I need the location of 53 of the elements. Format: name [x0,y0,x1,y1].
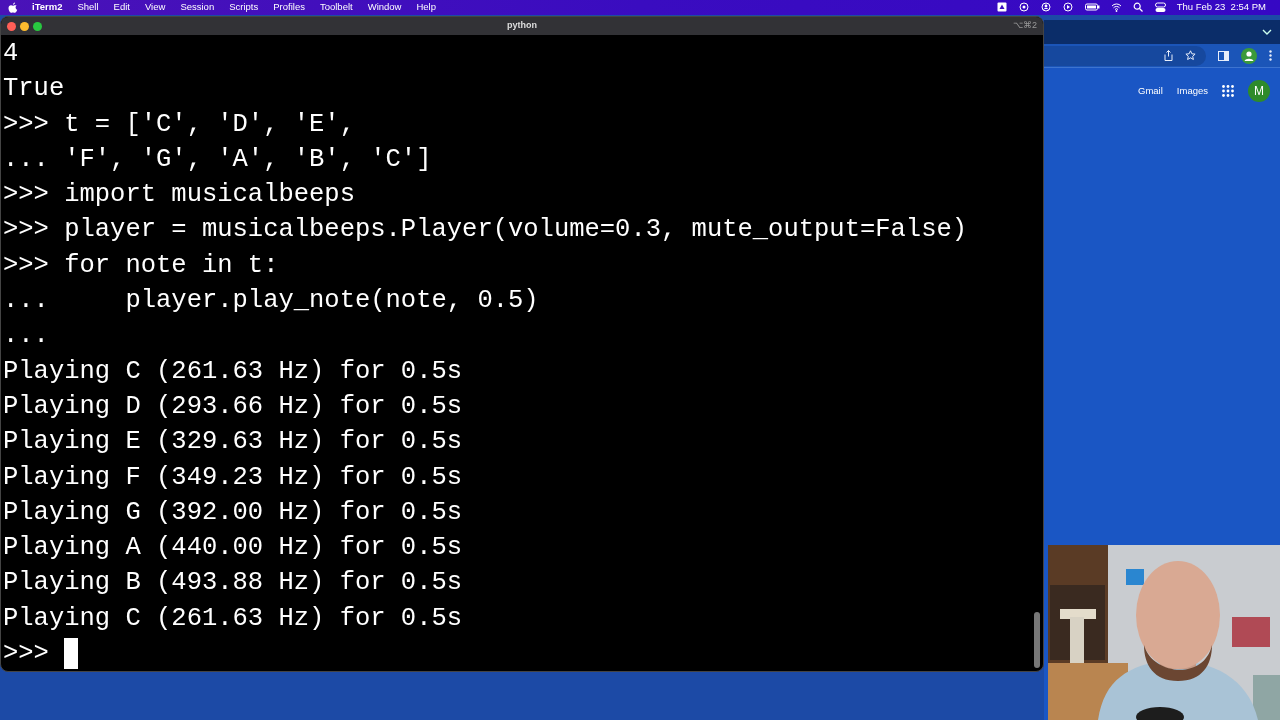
menu-item[interactable]: Profiles [273,0,305,15]
terminal-line: ... [3,320,49,353]
clock-text[interactable]: Thu Feb 23 2:54 PM [1176,0,1266,15]
menu-item[interactable]: Scripts [229,0,259,15]
link[interactable]: Images [1176,84,1208,99]
shortcut-text: ⌥⌘2 [1013,19,1037,33]
apple-icon[interactable] [8,2,18,13]
terminal-line: Playing A (440.00 Hz) for 0.5s [3,532,463,565]
menu-icon[interactable] [1269,50,1272,61]
person-icon[interactable] [1040,2,1052,13]
search-icon[interactable] [1132,2,1144,13]
play-icon[interactable] [1062,2,1074,13]
app-name[interactable]: iTerm2 [32,0,63,15]
minimize-button[interactable] [20,21,29,31]
account-avatar[interactable]: M [1248,80,1270,102]
terminal-line: Playing G (392.00 Hz) for 0.5s [3,496,463,529]
menu-item[interactable]: Session [180,0,215,15]
apps-grid-icon[interactable] [1222,85,1234,97]
zoom-button[interactable] [33,21,42,31]
menu-item[interactable]: Edit [113,0,130,15]
star-icon[interactable] [1185,50,1196,61]
terminal-line: Playing D (293.66 Hz) for 0.5s [3,390,463,423]
side-panel-icon[interactable] [1218,50,1229,61]
menu-item[interactable]: Toolbelt [319,0,353,15]
menu-item[interactable]: View [144,0,166,15]
close-button[interactable] [7,21,16,31]
window-title: python [507,19,537,33]
terminal-line: ... 'F', 'G', 'A', 'B', 'C'] [3,143,432,176]
terminal-line: >>> [3,638,50,671]
terminal-line: 4 [3,38,19,70]
gauge-icon[interactable] [1018,2,1030,13]
terminal-line: Playing F (349.23 Hz) for 0.5s [3,461,463,494]
profile-icon[interactable] [1241,47,1257,64]
terminal-line: Playing B (493.88 Hz) for 0.5s [3,567,463,600]
terminal-line: Playing C (261.63 Hz) for 0.5s [3,602,463,635]
terminal-line: >>> t = ['C', 'D', 'E', [3,108,355,141]
scrollbar-thumb[interactable] [1034,612,1040,669]
terminal-line: >>> player = musicalbeeps.Player(volume=0.3, mute_output=False) [3,214,968,247]
toggle-icon[interactable] [1154,2,1166,13]
menu-item[interactable]: Shell [77,0,99,15]
wifi-icon[interactable] [1110,2,1122,13]
share-icon[interactable] [1164,50,1173,61]
menu-item[interactable]: Window [367,0,402,15]
chevron-down-icon[interactable] [1262,29,1272,35]
link[interactable]: Gmail [1138,84,1163,99]
terminal-line: >>> for note in t: [3,249,279,282]
battery-icon[interactable] [1084,2,1100,13]
menu-item[interactable]: Help [416,0,436,15]
terminal-line: True [3,73,65,106]
terminal-line: Playing C (261.63 Hz) for 0.5s [3,355,463,388]
terminal-line: >>> import musicalbeeps [3,179,355,212]
terminal-line: ... player.play_note(note, 0.5) [3,285,539,318]
terminal-line: Playing E (329.63 Hz) for 0.5s [3,426,463,459]
